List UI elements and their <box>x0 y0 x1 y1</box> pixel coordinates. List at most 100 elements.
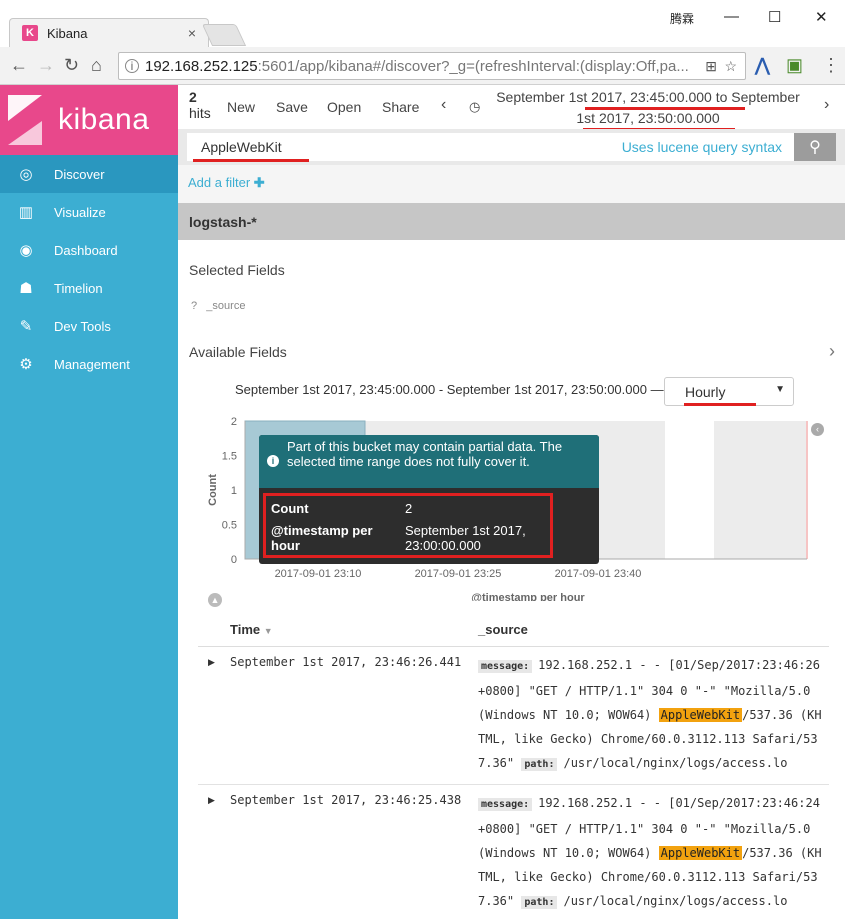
clock-icon[interactable]: ◷ <box>469 99 480 115</box>
index-pattern-header[interactable]: logstash-* <box>178 203 845 240</box>
extension-green-icon[interactable]: ▣ <box>786 55 803 76</box>
table-row[interactable]: ▶ September 1st 2017, 23:46:26.441 messa… <box>198 647 829 785</box>
row-time: September 1st 2017, 23:46:25.438 <box>230 793 462 807</box>
query-highlight: AppleWebKit <box>658 846 743 860</box>
sidebar-item-label: Management <box>54 356 130 372</box>
annotation-underline-query <box>193 159 309 162</box>
add-filter-link[interactable]: Add a filter ✚ <box>188 175 265 191</box>
window-user-badge[interactable]: 腾霖 <box>670 10 694 27</box>
maximize-icon[interactable]: ☐ <box>768 8 781 26</box>
tooltip-warning-text: Part of this bucket may contain partial … <box>287 439 563 469</box>
row-source: message: 192.168.252.1 - - [01/Sep/2017:2… <box>478 653 826 777</box>
selected-fields-title: Selected Fields <box>189 262 285 278</box>
open-button[interactable]: Open <box>327 99 361 115</box>
url-rest: :5601/app/kibana#/discover?_g=(refreshIn… <box>257 57 689 75</box>
path-value: /usr/local/nginx/logs/access.lo <box>563 894 788 908</box>
new-button[interactable]: New <box>227 99 255 115</box>
time-next-icon[interactable]: › <box>824 96 829 114</box>
sidebar-item-visualize[interactable]: ▥ Visualize <box>0 193 178 231</box>
search-button[interactable]: ⚲ <box>794 133 836 161</box>
kibana-sidebar: kibana ◎ Discover ▥ Visualize ◉ Dashboard ☗ Tim… <box>0 85 178 919</box>
discover-main: 2 hits New Save Open Share ‹ ◷ September… <box>178 85 845 919</box>
chevron-right-icon[interactable]: › <box>829 341 835 362</box>
x-tick-label: 2017-09-01 23:25 <box>415 568 502 580</box>
share-button[interactable]: Share <box>382 99 419 115</box>
partial-data-region <box>714 421 806 559</box>
search-icon: ⚲ <box>809 139 821 156</box>
gear-icon: ⚙ <box>19 356 33 373</box>
y-tick-label: 0 <box>231 554 237 566</box>
home-icon[interactable]: ⌂ <box>91 55 102 76</box>
minimize-icon[interactable]: — <box>724 8 739 25</box>
sidebar-item-label: Dev Tools <box>54 318 111 334</box>
sidebar-item-dev-tools[interactable]: ✎ Dev Tools <box>0 307 178 345</box>
query-highlight: AppleWebKit <box>658 708 743 722</box>
bookmark-star-icon[interactable]: ☆ <box>724 58 737 75</box>
interval-select[interactable]: Hourly ▼ <box>664 377 794 406</box>
chart-time-range: September 1st 2017, 23:45:00.000 - Septe… <box>235 382 664 397</box>
interval-value: Hourly <box>685 383 726 400</box>
chart-tooltip: i Part of this bucket may contain partia… <box>259 435 599 564</box>
menu-dots-icon[interactable]: ⋮ <box>822 55 840 76</box>
query-text: AppleWebKit <box>201 139 282 155</box>
compass-icon: ◎ <box>19 166 33 183</box>
browser-tab-bar: K Kibana × 腾霖 — ☐ ✕ <box>0 0 845 47</box>
address-bar[interactable]: i 192.168.252.125:5601/app/kibana#/disco… <box>118 52 746 80</box>
sidebar-item-label: Timelion <box>54 280 103 296</box>
reload-icon[interactable]: ↻ <box>64 55 79 76</box>
close-window-icon[interactable]: ✕ <box>815 8 828 26</box>
expand-row-icon[interactable]: ▶ <box>208 795 215 806</box>
extension-icon[interactable]: ⋀ <box>755 55 770 76</box>
info-icon: i <box>267 455 279 467</box>
caret-down-icon: ▼ <box>775 384 785 395</box>
kibana-favicon-icon: K <box>22 25 38 41</box>
tooltip-warning: i Part of this bucket may contain partia… <box>259 435 599 488</box>
table-row[interactable]: ▶ September 1st 2017, 23:46:25.438 messa… <box>198 785 829 919</box>
sidebar-item-label: Dashboard <box>54 242 118 258</box>
message-key: message: <box>478 798 533 811</box>
y-tick-label: 0.5 <box>222 520 237 532</box>
kibana-brand[interactable]: kibana <box>0 85 178 155</box>
sidebar-item-management[interactable]: ⚙ Management <box>0 345 178 383</box>
sidebar-item-discover[interactable]: ◎ Discover <box>0 155 178 193</box>
collapse-chart-icon[interactable]: ▲ <box>208 593 222 607</box>
translate-icon[interactable]: ⊞ <box>705 58 717 75</box>
wrench-icon: ✎ <box>19 318 33 335</box>
query-bar: AppleWebKit Uses lucene query syntax ⚲ <box>178 129 845 165</box>
y-tick-label: 1.5 <box>222 451 237 463</box>
search-input[interactable]: AppleWebKit Uses lucene query syntax <box>187 133 794 161</box>
info-icon[interactable]: i <box>125 59 139 73</box>
forward-icon[interactable]: → <box>37 55 55 76</box>
time-column-header[interactable]: Time ▼ <box>230 622 273 637</box>
x-axis-label: @timestamp per hour <box>471 592 585 601</box>
sort-icon: ▼ <box>263 626 273 636</box>
annotation-underline-interval <box>684 403 756 406</box>
top-nav: 2 hits New Save Open Share ‹ ◷ September… <box>178 85 845 131</box>
expand-row-icon[interactable]: ▶ <box>208 657 215 668</box>
y-axis-label: Count <box>207 474 219 506</box>
hits-count: 2 <box>189 89 197 105</box>
tab-close-icon[interactable]: × <box>188 25 196 41</box>
time-prev-icon[interactable]: ‹ <box>441 96 446 114</box>
sidebar-item-timelion[interactable]: ☗ Timelion <box>0 269 178 307</box>
annotation-underline-start <box>585 107 745 110</box>
row-time: September 1st 2017, 23:46:26.441 <box>230 655 462 669</box>
filter-bar: Add a filter ✚ <box>178 165 845 203</box>
y-tick-label: 2 <box>231 416 237 428</box>
x-tick-label: 2017-09-01 23:10 <box>275 568 362 580</box>
browser-tab[interactable]: K Kibana × <box>9 18 209 47</box>
save-button[interactable]: Save <box>276 99 308 115</box>
back-icon[interactable]: ← <box>10 55 28 76</box>
browser-toolbar: ← → ↻ ⌂ i 192.168.252.125:5601/app/kiban… <box>0 47 845 85</box>
lucene-syntax-link[interactable]: Uses lucene query syntax <box>622 139 782 155</box>
annotation-box-tooltip <box>263 493 553 558</box>
available-fields-title: Available Fields <box>189 344 287 360</box>
path-value: /usr/local/nginx/logs/access.lo <box>563 756 788 770</box>
sidebar-item-dashboard[interactable]: ◉ Dashboard <box>0 231 178 269</box>
chevron-left-icon[interactable]: ‹ <box>811 423 824 436</box>
row-source: message: 192.168.252.1 - - [01/Sep/2017:2… <box>478 791 826 915</box>
source-field[interactable]: ? _source <box>191 300 245 312</box>
source-field-name: _source <box>206 300 246 312</box>
sidebar-nav: ◎ Discover ▥ Visualize ◉ Dashboard ☗ Timelion ✎ D… <box>0 155 178 383</box>
url-host: 192.168.252.125 <box>145 57 258 75</box>
